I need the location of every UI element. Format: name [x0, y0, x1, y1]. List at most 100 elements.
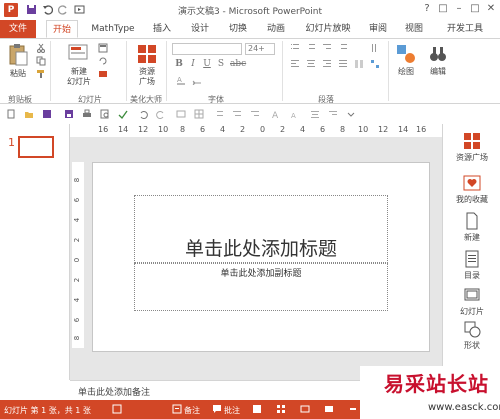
comments-icon[interactable]: [212, 404, 222, 414]
paste-icon[interactable]: [8, 43, 28, 67]
maximize-button[interactable]: □: [468, 2, 482, 16]
text-direction-icon[interactable]: [370, 43, 380, 53]
tab-mathtype[interactable]: MathType: [88, 20, 138, 38]
ruler-tick: 6: [320, 125, 326, 134]
indent-icon[interactable]: [322, 43, 332, 53]
task-pane-label: 资源广场: [456, 153, 488, 162]
subtitle-placeholder[interactable]: 单击此处添加副标题: [134, 263, 388, 311]
ruler-tick: 2: [240, 125, 246, 134]
ruler-tick: 14: [118, 125, 129, 134]
close-button[interactable]: ✕: [484, 2, 498, 16]
align-right-icon[interactable]: [322, 59, 332, 69]
redo-icon[interactable]: [58, 4, 69, 15]
tab-transitions[interactable]: 切换: [224, 20, 252, 38]
reset-icon[interactable]: [98, 56, 108, 66]
font-size-down-icon[interactable]: A: [290, 109, 300, 119]
save-icon[interactable]: [42, 109, 52, 119]
binoculars-icon[interactable]: [428, 44, 448, 64]
draw-shapes-icon[interactable]: [396, 44, 416, 64]
normal-view-icon[interactable]: [252, 404, 262, 414]
spell-status-icon[interactable]: [112, 404, 122, 414]
slideshow-view-icon[interactable]: [324, 404, 334, 414]
ribbon-display-button[interactable]: □: [436, 2, 450, 16]
list-icon: [465, 250, 479, 268]
section-icon[interactable]: [98, 69, 108, 79]
tab-insert[interactable]: 插入: [148, 20, 176, 38]
print-icon[interactable]: [82, 109, 92, 119]
notes-icon[interactable]: [172, 404, 182, 414]
ruler-tick: 8: [340, 125, 346, 134]
bullets-icon[interactable]: [290, 43, 300, 53]
tab-animations[interactable]: 动画: [262, 20, 290, 38]
ruler-tick: 4: [300, 125, 306, 134]
tab-file[interactable]: 文件: [0, 20, 36, 38]
tab-design[interactable]: 设计: [186, 20, 214, 38]
cut-icon[interactable]: [36, 43, 46, 53]
help-button[interactable]: ?: [420, 2, 434, 16]
slideshow-icon[interactable]: [74, 4, 85, 15]
font-size-up-icon[interactable]: A: [272, 109, 282, 119]
table-icon[interactable]: [194, 109, 204, 119]
tab-home[interactable]: 开始: [46, 20, 78, 38]
reading-view-icon[interactable]: [300, 404, 310, 414]
undo-icon[interactable]: [42, 4, 53, 15]
strikethrough-button[interactable]: abc: [230, 59, 246, 70]
ruler-tick: 10: [358, 125, 369, 134]
new-file-icon[interactable]: [6, 109, 16, 119]
preview-icon[interactable]: [100, 109, 110, 119]
smartart-icon[interactable]: [370, 59, 380, 69]
ribbon: 粘贴 剪贴板 新建 幻灯片 幻灯片 资源 广场 美化大师 24+ B I U S…: [0, 38, 500, 104]
outdent-icon[interactable]: [232, 109, 242, 119]
shape-icon[interactable]: [176, 109, 186, 119]
title-placeholder[interactable]: 单击此处添加标题: [134, 195, 388, 263]
font-size-box[interactable]: 24+: [245, 43, 275, 55]
justify-icon[interactable]: [338, 59, 348, 69]
line-spacing-icon[interactable]: [338, 43, 348, 53]
italic-button[interactable]: I: [188, 59, 198, 70]
bullets-icon[interactable]: [214, 109, 224, 119]
minimize-button[interactable]: –: [452, 2, 466, 16]
chevron-down-icon[interactable]: [346, 109, 356, 119]
notes-button[interactable]: 备注: [184, 405, 200, 416]
tab-slideshow[interactable]: 幻灯片放映: [300, 20, 356, 38]
tab-view[interactable]: 视图: [400, 20, 428, 38]
spell-check-icon[interactable]: [118, 109, 128, 119]
slide-thumbnail[interactable]: [18, 136, 54, 158]
bold-button[interactable]: B: [174, 59, 184, 70]
shadow-button[interactable]: S: [216, 59, 226, 70]
tab-developer[interactable]: 开发工具: [440, 20, 490, 38]
copy-icon[interactable]: [36, 56, 46, 66]
tab-review[interactable]: 审阅: [364, 20, 392, 38]
open-folder-icon[interactable]: [24, 109, 34, 119]
ruler-tick: 4: [220, 125, 226, 134]
save-as-icon[interactable]: [64, 109, 74, 119]
title-bar: P 演示文稿3 - Microsoft PowerPoint ? □ – □ ✕: [0, 0, 500, 20]
columns-icon[interactable]: [354, 59, 364, 69]
underline-button[interactable]: U: [202, 59, 212, 70]
numbering-icon[interactable]: [306, 43, 316, 53]
font-color-icon[interactable]: A: [176, 75, 186, 85]
group-separator: [50, 41, 51, 101]
comments-button[interactable]: 批注: [224, 405, 240, 416]
resource-square-icon[interactable]: [137, 44, 157, 64]
zoom-out-icon[interactable]: [348, 404, 358, 414]
format-painter-icon[interactable]: [36, 69, 46, 79]
sorter-view-icon[interactable]: [276, 404, 286, 414]
align-center-icon[interactable]: [310, 109, 320, 119]
redo-icon[interactable]: [156, 109, 166, 119]
align-right-icon[interactable]: [328, 109, 338, 119]
font-name-box[interactable]: [172, 43, 242, 55]
task-pane-label: 我的收藏: [456, 195, 488, 204]
svg-text:A: A: [177, 76, 182, 84]
subtitle-placeholder-text: 单击此处添加副标题: [220, 269, 302, 279]
ruler-tick: 4: [73, 297, 82, 303]
layout-icon[interactable]: [98, 43, 108, 53]
new-slide-icon[interactable]: [68, 43, 90, 63]
save-icon[interactable]: [26, 4, 37, 15]
align-left-icon[interactable]: [290, 59, 300, 69]
align-center-icon[interactable]: [306, 59, 316, 69]
ruler-tick: 0: [73, 257, 82, 263]
char-spacing-icon[interactable]: [192, 75, 202, 85]
indent-icon[interactable]: [250, 109, 260, 119]
undo-icon[interactable]: [138, 109, 148, 119]
